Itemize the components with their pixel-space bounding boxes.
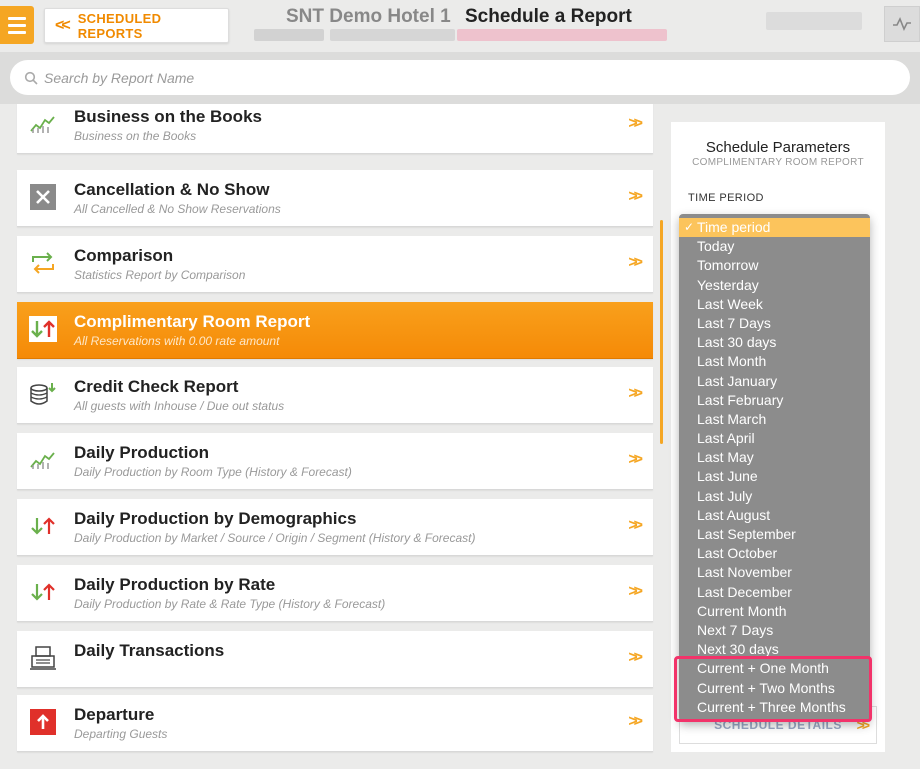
top-bar: << SCHEDULED REPORTS SNT Demo Hotel 1 Sc… xyxy=(0,0,920,52)
check-icon: ✓ xyxy=(684,220,695,234)
double-chevron-right-icon: >> xyxy=(628,385,643,402)
double-chevron-right-icon: >> xyxy=(628,517,643,534)
double-chevron-left-icon: << xyxy=(55,16,71,34)
report-subtitle: All Cancelled & No Show Reservations xyxy=(74,202,281,216)
pulse-icon xyxy=(893,17,911,31)
dropdown-option-selected[interactable]: ✓ Time period xyxy=(679,218,870,238)
report-title: Departure xyxy=(74,705,155,724)
updown-arrows-icon xyxy=(29,512,57,540)
dropdown-option[interactable]: Last August xyxy=(679,506,870,525)
dropdown-option[interactable]: Last November xyxy=(679,563,870,582)
report-subtitle: Business on the Books xyxy=(74,129,197,143)
double-chevron-right-icon: >> xyxy=(628,451,643,468)
panel-subtitle: COMPLIMENTARY ROOM REPORT xyxy=(692,157,864,168)
report-item-business-on-the-books[interactable]: Business on the Books Business on the Bo… xyxy=(17,104,653,154)
dropdown-option[interactable]: Last September xyxy=(679,525,870,544)
report-item-daily-production[interactable]: Daily Production Daily Production by Roo… xyxy=(17,433,653,490)
trend-chart-icon xyxy=(29,446,57,474)
dropdown-option[interactable]: Last Week xyxy=(679,295,870,314)
page-title: Schedule a Report xyxy=(465,6,632,27)
search-container xyxy=(10,60,910,95)
back-button-label: SCHEDULED REPORTS xyxy=(77,10,162,41)
double-chevron-right-icon: >> xyxy=(628,188,643,205)
time-period-label: TIME PERIOD xyxy=(688,192,764,204)
report-list: Business on the Books Business on the Bo… xyxy=(0,104,665,769)
search-input[interactable] xyxy=(44,69,864,86)
report-title: Daily Production by Rate xyxy=(74,575,276,594)
redacted-text xyxy=(457,29,667,41)
time-period-dropdown[interactable]: ✓ Time period Today Tomorrow Yesterday Last … xyxy=(679,214,870,721)
report-item-comparison[interactable]: Comparison Statistics Report by Comparis… xyxy=(17,236,653,293)
report-title: Daily Production xyxy=(74,443,210,462)
report-title: Complimentary Room Report xyxy=(74,312,311,331)
report-title: Daily Transactions xyxy=(74,641,225,660)
report-title: Cancellation & No Show xyxy=(74,180,270,199)
dropdown-option[interactable]: Last June xyxy=(679,467,870,486)
dropdown-option[interactable]: Last 30 days xyxy=(679,333,870,352)
double-chevron-right-icon: >> xyxy=(628,649,643,666)
dropdown-option[interactable]: Next 7 Days xyxy=(679,621,870,640)
dropdown-option[interactable]: Last 7 Days xyxy=(679,314,870,333)
report-subtitle: All guests with Inhouse / Due out status xyxy=(74,399,285,413)
up-arrow-box-icon xyxy=(29,708,57,736)
report-item-complimentary-room-report[interactable]: Complimentary Room Report All Reservatio… xyxy=(17,302,653,359)
report-title: Daily Production by Demographics xyxy=(74,509,357,528)
report-item-daily-production-by-rate[interactable]: Daily Production by Rate Daily Productio… xyxy=(17,565,653,622)
dropdown-option[interactable]: Today xyxy=(679,237,870,256)
search-icon xyxy=(24,71,38,85)
swap-arrows-icon xyxy=(29,249,57,277)
report-subtitle: Statistics Report by Comparison xyxy=(74,268,246,282)
dropdown-option[interactable]: Current Month xyxy=(679,602,870,621)
report-title: Comparison xyxy=(74,246,174,265)
report-subtitle: Daily Production by Market / Source / Or… xyxy=(74,531,476,545)
dropdown-option[interactable]: Last July xyxy=(679,487,870,506)
activity-button[interactable] xyxy=(884,6,920,42)
dropdown-option[interactable]: Last February xyxy=(679,391,870,410)
panel-title: Schedule Parameters xyxy=(705,139,851,156)
redacted-user xyxy=(766,12,862,30)
double-chevron-right-icon: >> xyxy=(628,254,643,271)
redacted-text xyxy=(254,29,324,41)
report-subtitle: Departing Guests xyxy=(74,727,168,741)
redacted-text xyxy=(330,29,455,41)
updown-arrows-icon xyxy=(29,315,57,343)
updown-arrows-icon xyxy=(29,578,57,606)
dropdown-option[interactable]: Yesterday xyxy=(679,276,870,295)
trend-chart-icon xyxy=(29,110,57,138)
annotation-highlight-box xyxy=(674,656,872,722)
double-chevron-right-icon: >> xyxy=(628,713,643,730)
dropdown-option[interactable]: Tomorrow xyxy=(679,256,870,275)
report-item-daily-transactions[interactable]: Daily Transactions >> xyxy=(17,631,653,688)
coins-icon xyxy=(29,380,57,408)
report-item-daily-production-by-demographics[interactable]: Daily Production by Demographics Daily P… xyxy=(17,499,653,556)
dropdown-option[interactable]: Last April xyxy=(679,429,870,448)
report-subtitle: Daily Production by Room Type (History &… xyxy=(74,465,352,479)
dropdown-option[interactable]: Last May xyxy=(679,448,870,467)
dropdown-option[interactable]: Last October xyxy=(679,544,870,563)
dropdown-option[interactable]: Last December xyxy=(679,583,870,602)
dropdown-option[interactable]: Last March xyxy=(679,410,870,429)
report-subtitle: Daily Production by Rate & Rate Type (Hi… xyxy=(74,597,386,611)
report-subtitle: All Reservations with 0.00 rate amount xyxy=(74,334,280,348)
list-scrollbar[interactable] xyxy=(660,220,663,444)
double-chevron-right-icon: >> xyxy=(628,583,643,600)
close-box-icon xyxy=(29,183,57,211)
report-item-departure[interactable]: Departure Departing Guests >> xyxy=(17,695,653,752)
dropdown-option[interactable]: Last Month xyxy=(679,352,870,371)
back-to-scheduled-reports-button[interactable]: << SCHEDULED REPORTS xyxy=(44,8,229,43)
search-bar xyxy=(0,52,920,104)
report-title: Credit Check Report xyxy=(74,377,239,396)
dropdown-option[interactable]: Last January xyxy=(679,372,870,391)
report-title: Business on the Books xyxy=(74,107,262,126)
report-item-credit-check-report[interactable]: Credit Check Report All guests with Inho… xyxy=(17,367,653,424)
report-item-cancellation-no-show[interactable]: Cancellation & No Show All Cancelled & N… xyxy=(17,170,653,227)
hamburger-icon xyxy=(8,16,26,20)
hotel-name: SNT Demo Hotel 1 xyxy=(286,6,451,27)
menu-button[interactable] xyxy=(0,6,34,44)
register-icon xyxy=(29,644,57,672)
double-chevron-right-icon: >> xyxy=(628,115,643,132)
